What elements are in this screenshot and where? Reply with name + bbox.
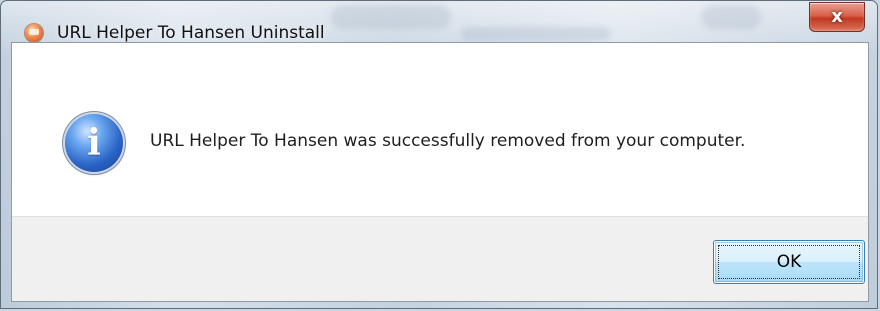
ok-button[interactable]: OK (713, 240, 865, 284)
title-bar[interactable]: URL Helper To Hansen Uninstall x (1, 1, 877, 43)
info-icon: i (65, 114, 123, 172)
ok-button-label: OK (776, 252, 802, 272)
button-area: OK (12, 216, 868, 301)
window-title: URL Helper To Hansen Uninstall (57, 23, 325, 43)
installer-app-icon (25, 24, 43, 42)
close-icon: x (831, 6, 843, 27)
dialog-content: i URL Helper To Hansen was successfully … (11, 42, 869, 302)
message-area: i URL Helper To Hansen was successfully … (12, 43, 868, 216)
close-button[interactable]: x (809, 2, 865, 32)
message-text: URL Helper To Hansen was successfully re… (150, 131, 746, 151)
dialog-window: URL Helper To Hansen Uninstall x i URL H… (0, 0, 878, 309)
